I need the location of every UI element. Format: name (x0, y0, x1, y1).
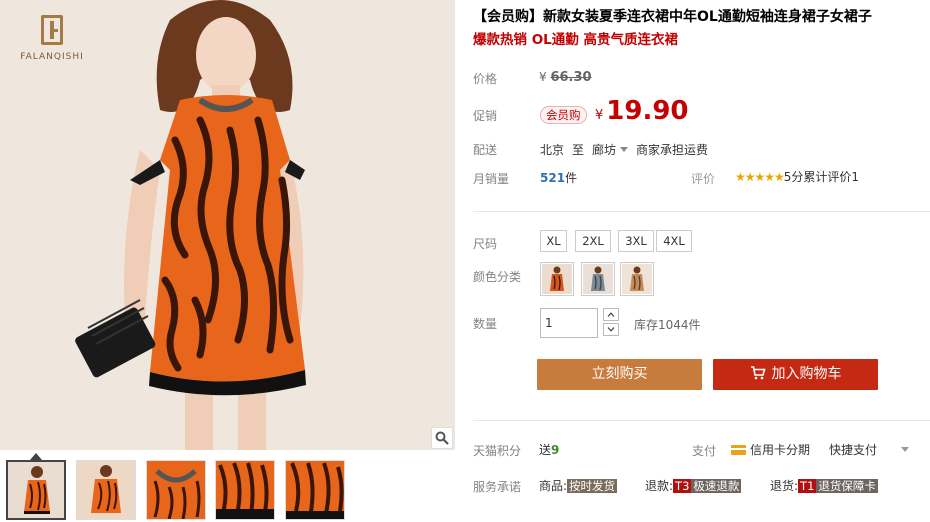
thumbnail-5[interactable] (285, 460, 345, 520)
credit-card-icon (731, 444, 746, 455)
points-info: 送9 (539, 441, 559, 458)
on-time-delivery-tag[interactable]: 按时发货 (567, 479, 618, 493)
service-refund-label: 退款: (645, 479, 674, 493)
review-label: 评价 (691, 172, 716, 186)
thumbnail-4[interactable] (215, 460, 275, 520)
color-option-3[interactable] (620, 262, 654, 296)
model-photo (0, 0, 454, 450)
rating-stars-icon: ★★★★★ (735, 170, 785, 184)
thumbnail-strip (0, 450, 455, 522)
refund-code-badge: T3 (673, 479, 692, 493)
service-goods-label: 商品: (539, 479, 568, 493)
color-option-2[interactable] (581, 262, 615, 296)
credit-card-label: 信用卡分期 (750, 443, 811, 457)
shipping-fee: 商家承担运费 (636, 143, 709, 157)
currency-symbol: ¥ (539, 70, 547, 84)
monthly-sales-count: 521 (540, 171, 566, 185)
ship-to-city[interactable]: 廊坊 (592, 143, 616, 157)
service-goods: 商品: 按时发货 (539, 477, 618, 494)
points-value: 9 (551, 443, 560, 457)
monthly-sales-label: 月销量 (473, 172, 510, 186)
promo-price-value: 19.90 (606, 96, 689, 126)
thumbnail-image (216, 461, 274, 519)
promo-label: 促销 (473, 109, 498, 123)
thumbnail-2[interactable] (76, 460, 136, 520)
main-product-image[interactable]: FALANQISHI (0, 0, 455, 450)
service-return: 退货: T1 退货保障卡 (770, 477, 878, 494)
shipping-label: 配送 (473, 143, 498, 157)
service-label: 服务承诺 (473, 480, 522, 494)
brand-name: FALANQISHI (20, 52, 84, 62)
size-option-4xl[interactable]: 4XL (656, 230, 692, 252)
quantity-decrease-button[interactable] (603, 323, 619, 336)
chevron-down-icon[interactable] (901, 447, 909, 452)
fast-refund-tag[interactable]: 极速退款 (691, 479, 742, 493)
color-swatch-image (622, 264, 652, 294)
chevron-down-icon (607, 327, 615, 332)
thumbnail-image (77, 461, 135, 519)
size-option-xl[interactable]: XL (540, 230, 567, 252)
add-to-cart-label: 加入购物车 (771, 366, 842, 382)
review-text: 5分累计评价1 (783, 170, 860, 184)
add-to-cart-button[interactable]: 加入购物车 (713, 359, 878, 390)
thumbnail-image (286, 461, 344, 519)
service-return-label: 退货: (770, 479, 799, 493)
size-option-2xl[interactable]: 2XL (575, 230, 611, 252)
buy-now-button[interactable]: 立刻购买 (537, 359, 702, 390)
color-swatch-image (583, 264, 613, 294)
monthly-sales-unit: 件 (565, 171, 578, 185)
product-subtitle: 爆款热销 OL通勤 高贵气质连衣裙 (473, 32, 678, 48)
size-option-3xl[interactable]: 3XL (618, 230, 654, 252)
original-price: ¥ 66.30 (539, 70, 592, 85)
active-thumb-arrow-icon (30, 453, 42, 460)
cart-icon (750, 365, 766, 379)
brand-logo: FALANQISHI (17, 15, 87, 62)
thumbnail-1[interactable] (6, 460, 66, 520)
fast-pay[interactable]: 快捷支付 (829, 441, 877, 458)
promo-price: ¥19.90 (595, 96, 689, 126)
chevron-up-icon (607, 312, 615, 317)
chevron-down-icon[interactable] (620, 147, 629, 152)
color-swatch-image (542, 264, 572, 294)
return-code-badge: T1 (798, 479, 817, 493)
return-guarantee-tag[interactable]: 退货保障卡 (816, 479, 878, 493)
stock-info: 库存1044件 (634, 318, 701, 332)
divider (473, 420, 930, 421)
color-option-1[interactable] (540, 262, 574, 296)
thumbnail-3[interactable] (146, 460, 206, 520)
ship-from: 北京 (540, 143, 565, 157)
currency-symbol: ¥ (595, 108, 604, 123)
divider (473, 211, 930, 212)
ship-to-word: 至 (572, 143, 585, 157)
quantity-increase-button[interactable] (603, 308, 619, 321)
size-label: 尺码 (473, 237, 498, 251)
points-label: 天猫积分 (473, 444, 522, 458)
review-summary[interactable]: ★★★★★5分累计评价1 (735, 168, 859, 185)
zoom-button[interactable] (431, 427, 453, 449)
magnifier-icon (435, 431, 449, 445)
thumbnail-image (8, 462, 64, 518)
monthly-sales: 521件 (540, 169, 577, 186)
service-refund: 退款: T3 极速退款 (645, 477, 742, 494)
thumbnail-image (147, 461, 205, 519)
brand-logo-icon (41, 15, 63, 45)
points-prefix: 送 (539, 443, 552, 457)
payment-label: 支付 (692, 444, 717, 458)
product-title: 【会员购】新款女装夏季连衣裙中年OL通勤短袖连身裙子女裙子 (473, 9, 872, 25)
color-label: 颜色分类 (473, 270, 522, 284)
credit-card-installment[interactable]: 信用卡分期 (731, 441, 810, 458)
quantity-input[interactable]: 1 (540, 308, 598, 338)
price-label: 价格 (473, 72, 498, 86)
shipping-info: 北京至廊坊 商家承担运费 (540, 141, 708, 158)
original-price-value: 66.30 (550, 70, 592, 85)
quantity-label: 数量 (473, 317, 498, 331)
member-badge: 会员购 (540, 106, 587, 124)
